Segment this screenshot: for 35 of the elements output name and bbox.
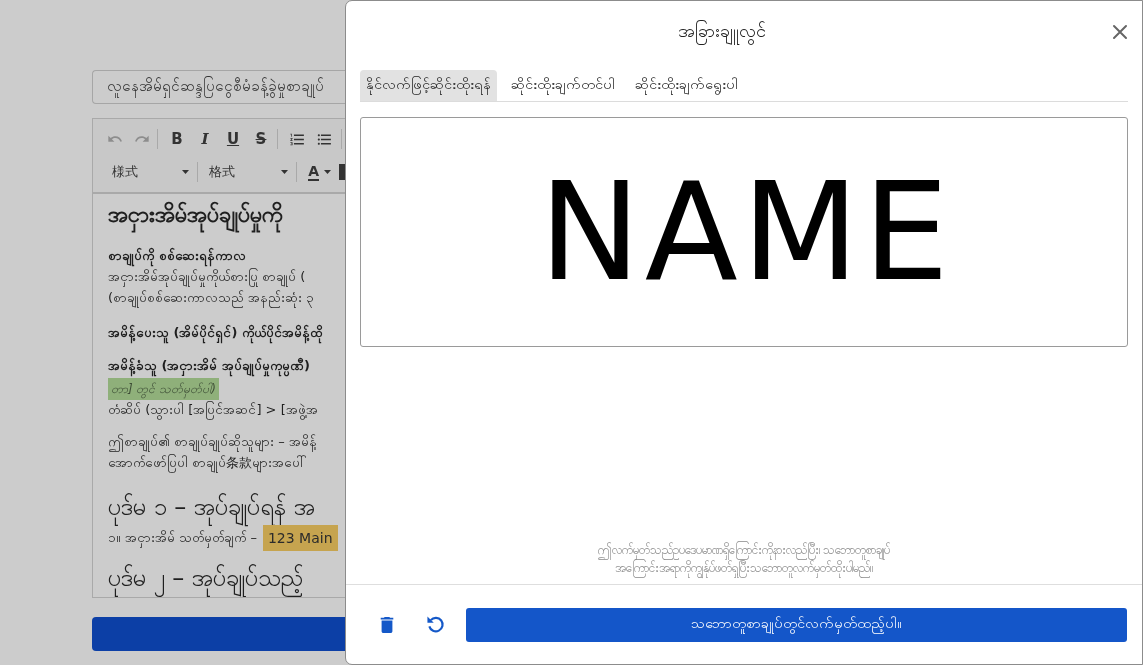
tab[interactable]: ဆိုင်းထိုးချက်ရွေးပါ bbox=[629, 70, 744, 101]
confirm-button[interactable]: သဘောတူစာချုပ်တွင်လက်မှတ်ထည့်ပါ။ bbox=[466, 607, 1127, 642]
highlighted-text: 123 Main bbox=[262, 525, 338, 551]
tab[interactable]: ဆိုင်းထိုးချက်တင်ပါ bbox=[505, 70, 621, 101]
signature-pad[interactable]: NAME bbox=[360, 117, 1128, 347]
list-item-text: ၁။ အငှားအိမ် သတ်မှတ်ချက် – bbox=[108, 525, 257, 551]
bold-subheading: အမိန့်ခံသူ (အငှားအိမ် အုပ်ချုပ်မှုကုမ္ပဏီ) bbox=[108, 356, 310, 376]
bold-subheading: အမိန့်ပေးသူ (အိမ်ပိုင်ရှင်) ကိုယ်ပိုင်အမိန့်ထို bbox=[108, 323, 322, 343]
highlighted-text: တာ] တွင် သတ်မှတ်ပါ) bbox=[108, 378, 219, 400]
caret-icon bbox=[182, 170, 190, 174]
paragraph-text: အငှားအိမ်အုပ်ချုပ်မှုကိုယ်စားပြု စာချုပ် ( (စာချုပ်စစ်ဆေးကာလသည် အနည်းဆုံး ၃ bbox=[108, 266, 315, 308]
close-icon[interactable] bbox=[1112, 24, 1128, 40]
format-dropdown[interactable]: 格式 bbox=[209, 163, 289, 181]
caret-icon bbox=[281, 170, 289, 174]
style-dropdown[interactable]: 様式 bbox=[112, 163, 190, 181]
signature-text: NAME bbox=[537, 162, 953, 302]
title-field[interactable]: လူနေအိမ်ရှင်ဆန္ဒပြငွေစီမံခန့်ခွဲမှုစာချုပ် bbox=[92, 70, 345, 104]
paragraph-text: ဤစာချုပ်၏ စာချုပ်ချုပ်ဆိုသူများ – အမိန့် အောက်ဖော်ပြပါ စာချုပ်条款များအပေါ် bbox=[108, 431, 317, 473]
bold-button[interactable]: B bbox=[163, 129, 191, 149]
document-heading: အငှားအိမ်အုပ်ချုပ်မှုကို bbox=[108, 198, 283, 232]
font-color-button[interactable]: A bbox=[308, 163, 331, 181]
section-heading: ပုဒ်မ ၂ – အုပ်ချုပ်သည့် bbox=[108, 560, 303, 596]
dialog-title: အခြားချူလွင် bbox=[360, 18, 1112, 46]
tab[interactable]: နိုင်လက်ဖြင့်ဆိုင်းထိုးရန် bbox=[360, 70, 497, 101]
trash-icon[interactable] bbox=[378, 615, 396, 634]
bold-subheading: စာချုပ်ကို စစ်ဆေးရန်ကာလ bbox=[108, 246, 246, 266]
italic-button[interactable]: I bbox=[191, 129, 219, 149]
strikethrough-button[interactable]: S bbox=[247, 129, 275, 149]
counterclockwise-arrow-icon[interactable] bbox=[427, 615, 445, 634]
body-text: တံဆိပ် (သွားပါ [အပြင်အဆင်] > [အဖွဲ့အ bbox=[108, 400, 318, 420]
section-heading: ပုဒ်မ ၁ – အုပ်ချုပ်ရန် အ bbox=[108, 489, 315, 525]
caret-icon bbox=[324, 170, 331, 174]
underline-button[interactable]: U bbox=[219, 129, 247, 149]
disclaimer-text: ဤလက်မှတ်သည်ဥပဒေပမာဏရှိကြောင်းကိုနားလည်ပြီး၊ သဘောတူစာချုပ် အကြောင်းအရာကိုကျွန်ုပ်ဖတ်ရှုပြီးသဘောတူလက်မှတ်ထိုးပါမည်။ bbox=[597, 541, 891, 577]
highlight-color-icon[interactable] bbox=[339, 164, 345, 180]
